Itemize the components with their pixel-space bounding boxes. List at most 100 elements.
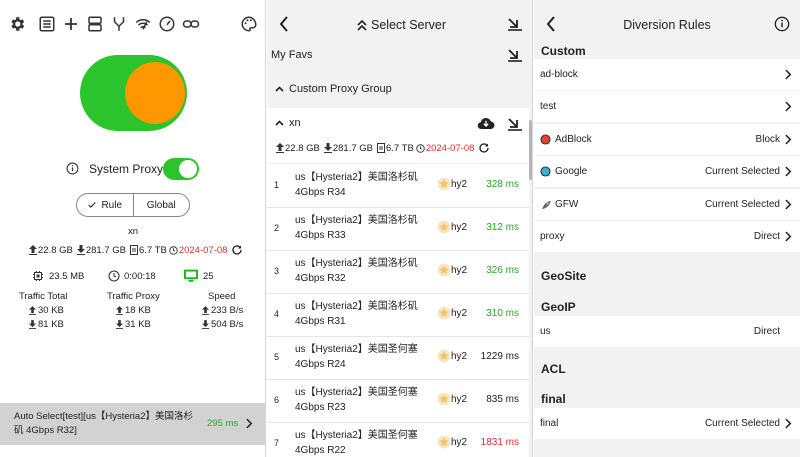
mode-global-button[interactable]: Global (134, 194, 190, 216)
server-latency[interactable]: 835 ms (486, 394, 519, 405)
server-protocol: hy2 (451, 222, 468, 233)
chevron-right-icon (246, 418, 253, 429)
server-latency[interactable]: 312 ms (486, 222, 519, 233)
double-chevron-up-icon[interactable] (357, 19, 367, 31)
connect-toggle[interactable] (80, 55, 187, 131)
chevron-up-icon (275, 86, 284, 92)
upload-icon (276, 143, 284, 153)
my-favs-label[interactable]: My Favs (271, 49, 313, 61)
server-index: 3 (274, 266, 280, 276)
storage-icon[interactable] (86, 15, 104, 33)
server-row[interactable]: 4 us【Hysteria2】美国洛杉矶 4Gbps R31 hy2 310 ms (267, 293, 529, 336)
memory-icon (32, 270, 44, 282)
cloud-download-icon[interactable] (477, 116, 495, 130)
server-row[interactable]: 5 us【Hysteria2】美国圣何塞 4Gbps R24 hy2 1229 ms (267, 336, 529, 379)
rule-row-adblock[interactable]: AdBlock Block (534, 124, 800, 155)
row-divider (267, 379, 529, 380)
server-name: us【Hysteria2】美国洛杉矶 4Gbps R31 (295, 301, 418, 327)
server-row[interactable]: 1 us【Hysteria2】美国洛杉矶 4Gbps R34 hy2 328 ms (267, 164, 529, 207)
list-icon[interactable] (38, 15, 56, 33)
star-icon[interactable] (437, 349, 451, 363)
palette-icon[interactable] (240, 15, 258, 33)
geoip-rule-row[interactable]: us Direct (534, 316, 800, 347)
server-row[interactable]: 3 us【Hysteria2】美国洛杉矶 4Gbps R32 hy2 326 ms (267, 250, 529, 293)
collapse-icon[interactable] (507, 117, 523, 131)
rule-row-test[interactable]: test (534, 91, 800, 122)
rule-row-google[interactable]: Google Current Selected (534, 156, 800, 187)
server-latency[interactable]: 1229 ms (481, 351, 519, 362)
speed-down: 504 B/s (202, 319, 243, 330)
mode-selector: Rule Global (76, 193, 190, 217)
rocket-icon (540, 199, 552, 211)
back-arrow-icon[interactable] (279, 16, 289, 32)
upload-icon (29, 245, 37, 255)
section-acl[interactable]: ACL (541, 362, 566, 376)
group-card: xn 22.8 GB 281.7 GB 6.7 TB 2024-07-08 (267, 108, 529, 163)
server-index: 5 (274, 352, 280, 362)
check-icon (87, 200, 97, 210)
final-rule-row[interactable]: final Current Selected (534, 408, 800, 439)
download-icon (76, 245, 85, 255)
server-row[interactable]: 2 us【Hysteria2】美国洛杉矶 4Gbps R33 hy2 312 ms (267, 207, 529, 250)
auto-select-bar[interactable]: Auto Select[test][us【Hysteria2】美国洛杉 矶 4G… (0, 403, 265, 445)
section-final: final (541, 392, 566, 406)
timer-icon (108, 270, 120, 282)
server-row[interactable]: 7 us【Hysteria2】美国圣何塞 4Gbps R22 hy2 1831 ms (267, 422, 529, 457)
rule-row-gfw[interactable]: GFW Current Selected (534, 189, 800, 220)
server-row[interactable]: 6 us【Hysteria2】美国圣何塞 4Gbps R23 hy2 835 ms (267, 379, 529, 422)
rule-row-ad-block[interactable]: ad-block (534, 59, 800, 90)
rule-value: Block (755, 134, 780, 145)
star-icon[interactable] (437, 220, 451, 234)
traffic-total-up: 30 KB (29, 305, 64, 316)
gear-icon[interactable] (8, 15, 26, 33)
server-index: 4 (274, 309, 280, 319)
download-icon (323, 143, 332, 153)
rule-label: ad-block (540, 69, 578, 80)
star-icon[interactable] (437, 263, 451, 277)
info-icon[interactable] (774, 16, 790, 32)
chevron-right-icon (785, 199, 793, 210)
chevron-up-icon (275, 120, 284, 126)
collapse-icon[interactable] (507, 48, 523, 62)
wifi-speed-icon[interactable] (134, 15, 152, 33)
server-protocol: hy2 (451, 394, 468, 405)
star-icon[interactable] (437, 392, 451, 406)
profile-name: xn (127, 226, 139, 237)
fork-icon[interactable] (110, 15, 128, 33)
dashboard-panel: System Proxy Rule Global xn 22.8 GB 281.… (0, 0, 266, 457)
mode-rule-button[interactable]: Rule (77, 194, 134, 216)
row-divider (267, 336, 529, 337)
server-latency[interactable]: 328 ms (486, 179, 519, 190)
link-icon[interactable] (182, 15, 200, 33)
star-icon[interactable] (437, 177, 451, 191)
plus-icon[interactable] (62, 15, 80, 33)
page-title: Select Server (357, 18, 446, 32)
section-geosite[interactable]: GeoSite (541, 269, 586, 283)
custom-proxy-group-header[interactable]: Custom Proxy Group (275, 83, 392, 95)
system-proxy-label: System Proxy (89, 162, 164, 176)
refresh-icon[interactable] (478, 142, 490, 154)
page-title: Diversion Rules (623, 18, 711, 32)
auto-select-label: Auto Select[test][us【Hysteria2】美国洛杉 矶 4G… (14, 411, 193, 436)
star-icon[interactable] (437, 306, 451, 320)
file-icon (130, 245, 138, 255)
collapse-all-icon[interactable] (507, 17, 523, 31)
server-protocol: hy2 (451, 308, 468, 319)
star-icon[interactable] (437, 435, 451, 449)
rule-row-proxy[interactable]: proxy Direct (534, 221, 800, 252)
group-header[interactable]: xn (275, 117, 301, 129)
rule-label: GFW (555, 199, 579, 210)
scrollbar-thumb[interactable] (529, 120, 532, 180)
section-custom: Custom (541, 44, 586, 58)
system-proxy-toggle[interactable] (163, 158, 199, 180)
info-icon[interactable] (66, 162, 79, 175)
section-geoip[interactable]: GeoIP (541, 300, 576, 314)
server-latency[interactable]: 1831 ms (481, 437, 519, 448)
server-index: 2 (274, 223, 280, 233)
refresh-icon[interactable] (231, 244, 243, 256)
monitor-icon[interactable] (183, 269, 199, 283)
server-latency[interactable]: 326 ms (486, 265, 519, 276)
server-latency[interactable]: 310 ms (486, 308, 519, 319)
speedometer-icon[interactable] (158, 15, 176, 33)
traffic-total-down: 81 KB (29, 319, 64, 330)
